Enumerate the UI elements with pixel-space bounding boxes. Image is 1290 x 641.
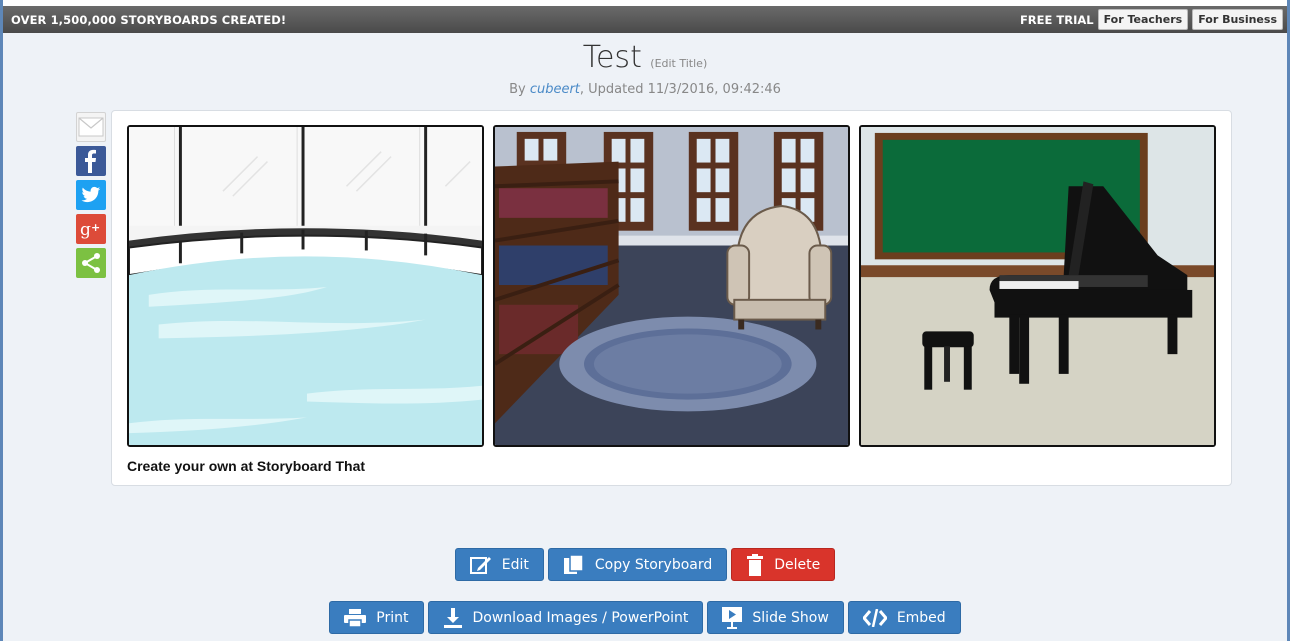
embed-label: Embed bbox=[896, 609, 946, 626]
embed-button[interactable]: Embed bbox=[847, 601, 961, 634]
edit-label: Edit bbox=[501, 556, 529, 573]
twitter-icon[interactable] bbox=[76, 180, 106, 210]
google-plus-icon[interactable]: g + bbox=[76, 214, 106, 244]
page-title: Test bbox=[582, 40, 642, 75]
storyboard-cell-ice-rink bbox=[127, 125, 484, 447]
download-icon bbox=[443, 607, 462, 628]
storyboard-cell-library bbox=[493, 125, 850, 447]
promo-banner: OVER 1,500,000 STORYBOARDS CREATED! FREE… bbox=[3, 6, 1287, 33]
promo-text: OVER 1,500,000 STORYBOARDS CREATED! bbox=[11, 12, 287, 27]
title-block: Test (Edit Title) bbox=[3, 40, 1287, 75]
presentation-icon bbox=[722, 606, 743, 629]
social-share-bar: g + bbox=[76, 112, 106, 282]
printer-icon bbox=[344, 608, 367, 627]
delete-button[interactable]: Delete bbox=[731, 548, 836, 581]
primary-actions: Edit Copy Storyboard Delete bbox=[3, 548, 1287, 581]
byline: By cubeert, Updated 11/3/2016, 09:42:46 bbox=[3, 82, 1287, 97]
slide-show-button[interactable]: Slide Show bbox=[707, 601, 844, 634]
edit-button[interactable]: Edit bbox=[454, 548, 544, 581]
delete-label: Delete bbox=[774, 556, 821, 573]
mail-icon[interactable] bbox=[76, 112, 106, 142]
code-icon bbox=[862, 608, 887, 627]
free-trial-label: FREE TRIAL bbox=[1019, 12, 1094, 27]
byline-prefix: By bbox=[509, 82, 530, 97]
share-icon[interactable] bbox=[76, 248, 106, 278]
for-teachers-button[interactable]: For Teachers bbox=[1097, 9, 1189, 30]
storyboard-credit: Create your own at Storyboard That bbox=[127, 458, 366, 474]
updated-text: , Updated 11/3/2016, 09:42:46 bbox=[579, 82, 781, 97]
storyboard-panel: Create your own at Storyboard That bbox=[111, 110, 1232, 486]
for-business-button[interactable]: For Business bbox=[1192, 9, 1283, 30]
copy-icon bbox=[563, 553, 584, 574]
secondary-actions: Print Download Images / PowerPoint Slide… bbox=[3, 601, 1287, 634]
print-button[interactable]: Print bbox=[329, 601, 424, 634]
trash-icon bbox=[747, 553, 764, 576]
copy-storyboard-button[interactable]: Copy Storyboard bbox=[547, 548, 728, 581]
storyboard-cell-music-room bbox=[859, 125, 1216, 447]
slide-show-label: Slide Show bbox=[752, 609, 829, 626]
print-label: Print bbox=[376, 609, 409, 626]
pencil-icon bbox=[469, 556, 491, 574]
copy-storyboard-label: Copy Storyboard bbox=[594, 556, 713, 573]
svg-text:g: g bbox=[80, 220, 91, 239]
download-label: Download Images / PowerPoint bbox=[472, 609, 689, 626]
svg-text:+: + bbox=[91, 221, 100, 234]
facebook-icon[interactable] bbox=[76, 146, 106, 176]
author-link[interactable]: cubeert bbox=[530, 82, 580, 97]
edit-title-link[interactable]: (Edit Title) bbox=[650, 57, 707, 70]
download-button[interactable]: Download Images / PowerPoint bbox=[427, 601, 704, 634]
